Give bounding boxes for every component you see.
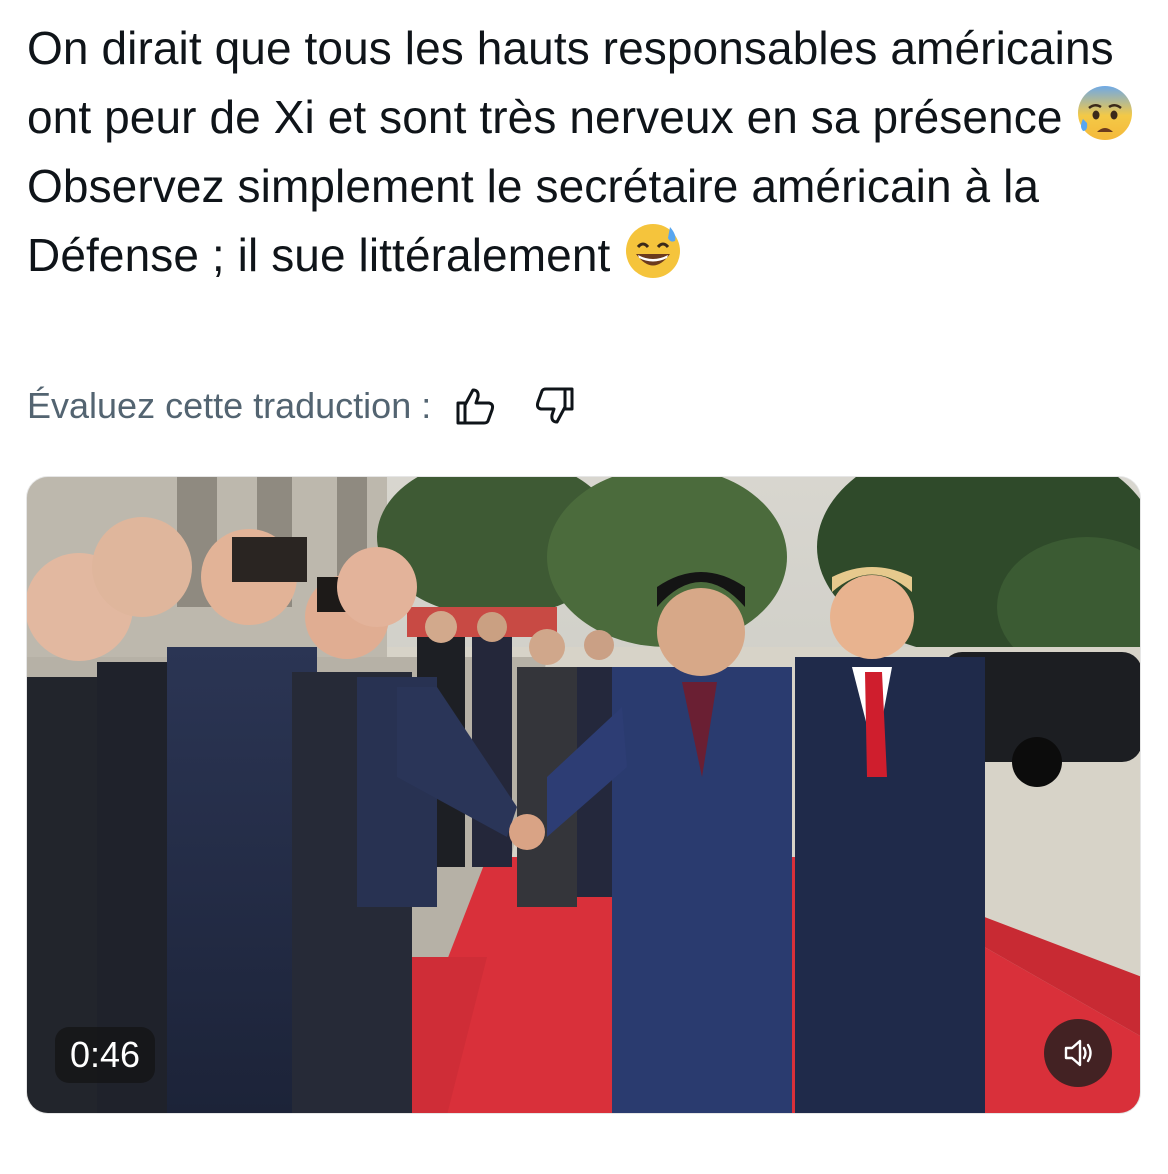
tweet-text-part1: On dirait que tous les hauts responsable… xyxy=(27,22,1114,143)
thumbs-up-button[interactable] xyxy=(451,382,499,430)
video-player[interactable]: 0:46 xyxy=(26,476,1141,1114)
volume-button[interactable] xyxy=(1044,1019,1112,1087)
video-duration: 0:46 xyxy=(55,1027,156,1083)
translation-rating: Évaluez cette traduction : xyxy=(27,380,579,432)
thumbs-down-icon xyxy=(536,387,574,424)
translation-rating-label: Évaluez cette traduction : xyxy=(27,385,432,426)
video-frame xyxy=(27,477,1140,1113)
thumbs-up-icon xyxy=(456,388,495,425)
speaker-muted-icon xyxy=(1064,1039,1092,1067)
grinning-face-with-sweat-emoji-icon xyxy=(626,224,681,278)
anxious-face-with-sweat-emoji-icon xyxy=(1078,86,1133,140)
tweet-text: On dirait que tous les hauts responsable… xyxy=(27,14,1147,290)
thumbs-down-button[interactable] xyxy=(531,382,579,430)
tweet-text-part2: Observez simplement le secrétaire améric… xyxy=(27,160,1040,281)
